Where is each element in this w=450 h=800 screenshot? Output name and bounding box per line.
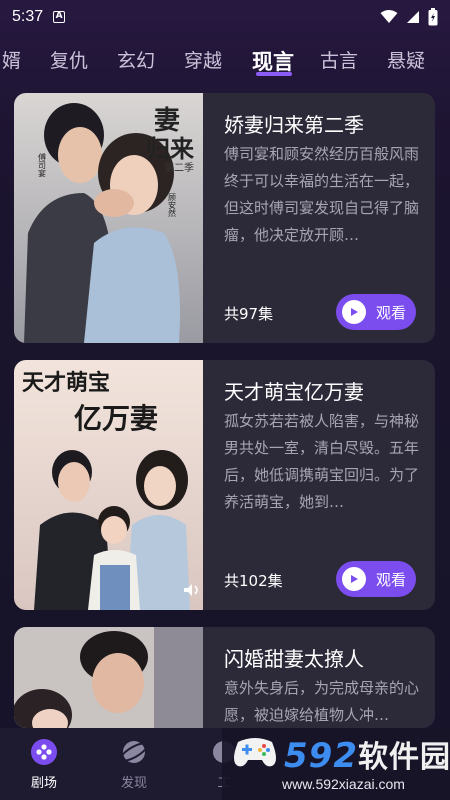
drama-title: 天才萌宝亿万妻 bbox=[224, 380, 364, 404]
battery-icon bbox=[428, 8, 438, 26]
watch-button[interactable]: 观看 bbox=[336, 561, 416, 597]
drama-card[interactable]: 闪婚甜妻太撩人 意外失身后，为完成母亲的心愿，被迫嫁给植物人冲… bbox=[14, 627, 435, 728]
wifi-icon bbox=[380, 10, 398, 23]
play-icon bbox=[342, 567, 366, 591]
watermark-url: www.592xiazai.com bbox=[282, 776, 405, 792]
gamepad-logo-icon bbox=[234, 738, 276, 767]
tab-5[interactable]: 古言 bbox=[320, 40, 358, 73]
nav-item-discover[interactable]: 发现 bbox=[104, 738, 164, 791]
poster-image: 妻 归来 第二季 傅司宴 顾安然 bbox=[14, 93, 203, 343]
tab-6[interactable]: 悬疑 bbox=[387, 40, 425, 73]
status-bar: 5:37 A bbox=[0, 0, 450, 34]
poster-subtitle: 第二季 bbox=[164, 161, 194, 174]
drama-poster[interactable] bbox=[14, 627, 203, 728]
drama-description: 意外失身后，为完成母亲的心愿，被迫嫁给植物人冲… bbox=[224, 679, 420, 724]
nav-item-theater[interactable]: 剧场 bbox=[14, 738, 74, 791]
watermark-brand: 592软件园 bbox=[284, 732, 450, 776]
theater-icon bbox=[31, 739, 57, 765]
watermark-brand-cn: 软件园 bbox=[357, 740, 450, 775]
drama-title: 闪婚甜妻太撩人 bbox=[224, 647, 364, 671]
poster-image: 天才萌宝 亿万妻 bbox=[14, 360, 203, 610]
drama-title: 娇妻归来第二季 bbox=[224, 113, 364, 137]
drama-description: 孤女苏若若被人陷害，与神秘男共处一室，清白尽毁。五年后，她低调携萌宝回归。为了养… bbox=[224, 412, 420, 511]
episode-count: 共102集 bbox=[224, 572, 283, 590]
poster-title-text: 妻 bbox=[154, 106, 180, 136]
drama-description: 傅司宴和顾安然经历百般风雨终于可以幸福的生活在一起，但这时傅司宴发现自己得了脑瘤… bbox=[224, 145, 420, 244]
signal-icon bbox=[407, 11, 419, 23]
status-icons bbox=[380, 8, 438, 26]
episode-count: 共97集 bbox=[224, 305, 274, 323]
tab-0[interactable]: 婿 bbox=[2, 40, 21, 73]
poster-image bbox=[14, 627, 203, 728]
tab-4-active[interactable]: 现言 bbox=[252, 40, 294, 76]
nav-label-theater: 剧场 bbox=[30, 776, 57, 791]
status-time: 5:37 bbox=[12, 8, 44, 25]
planet-icon bbox=[120, 741, 148, 763]
notification-badge-icon: A bbox=[53, 11, 66, 23]
drama-card[interactable]: 天才萌宝 亿万妻 天才萌宝亿万妻 孤女苏若若被人陷害，与神秘男共处一室，清白尽毁… bbox=[14, 360, 435, 610]
watch-label: 观看 bbox=[376, 303, 407, 322]
watermark: 592软件园 www.592xiazai.com bbox=[222, 728, 450, 800]
category-tabs: 婿 复仇 玄幻 穿越 现言 古言 悬疑 bbox=[0, 40, 450, 80]
poster-actor-left: 傅司宴 bbox=[38, 152, 47, 177]
poster-actor-right: 顾安然 bbox=[168, 193, 177, 218]
tab-2[interactable]: 玄幻 bbox=[117, 40, 155, 73]
poster-title-line1: 天才萌宝 bbox=[22, 370, 110, 396]
drama-card[interactable]: 妻 归来 第二季 傅司宴 顾安然 娇妻归来第二季 傅司宴和顾安然经历百般风雨终于… bbox=[14, 93, 435, 343]
drama-poster[interactable]: 天才萌宝 亿万妻 bbox=[14, 360, 203, 610]
tab-1[interactable]: 复仇 bbox=[50, 40, 88, 73]
watch-label: 观看 bbox=[376, 570, 407, 589]
watch-button[interactable]: 观看 bbox=[336, 294, 416, 330]
nav-label-discover: 发现 bbox=[120, 776, 147, 791]
poster-title-line2: 亿万妻 bbox=[74, 402, 158, 435]
tab-3[interactable]: 穿越 bbox=[184, 40, 222, 73]
drama-poster[interactable]: 妻 归来 第二季 傅司宴 顾安然 bbox=[14, 93, 203, 343]
watermark-brand-num: 592 bbox=[284, 736, 358, 776]
active-tab-indicator bbox=[256, 72, 292, 76]
play-icon bbox=[342, 300, 366, 324]
poster-title-text-2: 归来 bbox=[146, 134, 195, 163]
